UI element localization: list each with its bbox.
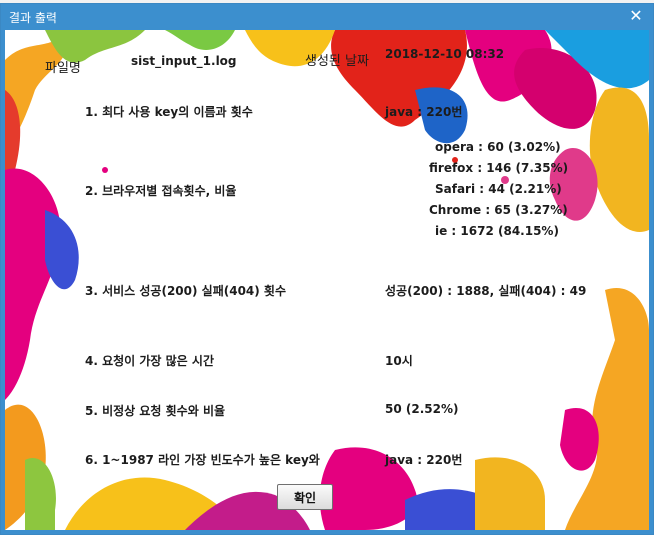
- result-6-value: java : 220번: [385, 453, 463, 467]
- result-4-label: 4. 요청이 가장 많은 시간: [85, 354, 214, 368]
- result-3-value: 성공(200) : 1888, 실패(404) : 49: [385, 284, 587, 298]
- dialog-content: 파일명 sist_input_1.log 생성된 날짜 2018-12-10 0…: [5, 30, 649, 530]
- ok-button[interactable]: 확인: [277, 484, 333, 510]
- browser-chrome: Chrome : 65 (3.27%): [429, 203, 568, 217]
- created-date-label: 생성된 날짜: [305, 54, 369, 69]
- filename-label: 파일명: [45, 61, 81, 76]
- browser-firefox: firefox : 146 (7.35%): [429, 161, 569, 175]
- result-dialog: 결과 출력 ✕ 파일명 sist_input_1.log 생성된 날짜 2018…: [0, 3, 654, 535]
- title-bar[interactable]: 결과 출력 ✕: [1, 4, 653, 29]
- filename-value: sist_input_1.log: [131, 54, 237, 68]
- result-1-label: 1. 최다 사용 key의 이름과 횟수: [85, 105, 253, 119]
- result-5-label: 5. 비정상 요청 횟수와 비율: [85, 404, 226, 418]
- browser-safari: Safari : 44 (2.21%): [435, 182, 562, 196]
- browser-opera: opera : 60 (3.02%): [435, 140, 561, 154]
- result-2-label: 2. 브라우저별 접속횟수, 비율: [85, 184, 237, 198]
- result-5-value: 50 (2.52%): [385, 402, 459, 416]
- close-icon[interactable]: ✕: [625, 6, 647, 26]
- result-6-label: 6. 1~1987 라인 가장 빈도수가 높은 key와: [85, 453, 320, 467]
- result-3-label: 3. 서비스 성공(200) 실패(404) 횟수: [85, 284, 287, 298]
- created-date-value: 2018-12-10 08:32: [385, 47, 505, 61]
- result-4-value: 10시: [385, 354, 413, 368]
- window-title: 결과 출력: [9, 11, 57, 25]
- result-1-value: java : 220번: [385, 105, 463, 119]
- browser-ie: ie : 1672 (84.15%): [435, 224, 559, 238]
